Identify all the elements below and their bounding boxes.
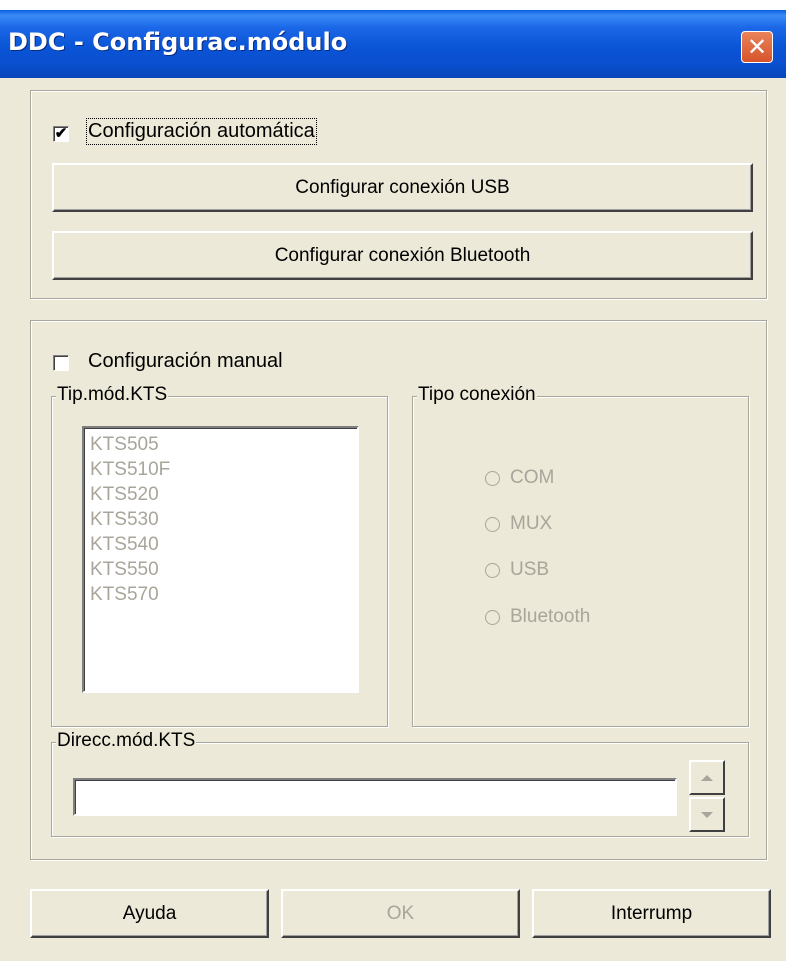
address-fieldset: Direcc.mód.KTS xyxy=(51,730,749,837)
module-type-fieldset: Tip.mód.KTS KTS505 KTS510F KTS520 KTS530… xyxy=(51,384,388,727)
spin-down-button[interactable] xyxy=(689,797,725,832)
list-item[interactable]: KTS530 xyxy=(84,507,357,532)
cancel-button[interactable]: Interrump xyxy=(532,889,771,938)
manual-config-label[interactable]: Configuración manual xyxy=(88,350,283,373)
radio-icon xyxy=(485,609,500,625)
window-title: DDC - Configurac.módulo xyxy=(8,28,348,56)
radio-usb[interactable]: USB xyxy=(485,559,549,581)
connection-type-legend: Tipo conexión xyxy=(417,384,537,406)
list-item[interactable]: KTS505 xyxy=(84,432,357,457)
spin-up-button[interactable] xyxy=(689,760,725,795)
address-legend: Direcc.mód.KTS xyxy=(56,730,197,752)
list-item[interactable]: KTS570 xyxy=(84,582,357,607)
configure-bluetooth-button[interactable]: Configurar conexión Bluetooth xyxy=(52,231,753,280)
configure-usb-button[interactable]: Configurar conexión USB xyxy=(52,163,753,212)
radio-icon xyxy=(485,562,500,578)
radio-bluetooth[interactable]: Bluetooth xyxy=(485,606,590,628)
radio-com-label: COM xyxy=(510,467,555,488)
radio-com[interactable]: COM xyxy=(485,467,554,489)
auto-config-label[interactable]: Configuración automática xyxy=(86,118,317,145)
radio-icon xyxy=(485,516,500,532)
list-item[interactable]: KTS520 xyxy=(84,482,357,507)
manual-config-checkbox[interactable] xyxy=(53,355,69,371)
list-item[interactable]: KTS540 xyxy=(84,532,357,557)
arrow-down-icon xyxy=(701,811,713,818)
module-type-listbox[interactable]: KTS505 KTS510F KTS520 KTS530 KTS540 KTS5… xyxy=(82,426,359,693)
address-input[interactable] xyxy=(73,778,677,816)
radio-mux[interactable]: MUX xyxy=(485,513,552,535)
arrow-up-icon xyxy=(701,774,713,781)
radio-usb-label: USB xyxy=(510,559,550,580)
radio-mux-label: MUX xyxy=(510,513,553,534)
radio-icon xyxy=(485,470,500,486)
list-item[interactable]: KTS550 xyxy=(84,557,357,582)
help-button[interactable]: Ayuda xyxy=(30,889,269,938)
connection-type-fieldset: Tipo conexión COM MUX USB Bluetooth xyxy=(412,384,749,727)
module-type-legend: Tip.mód.KTS xyxy=(56,384,169,406)
ok-button[interactable]: OK xyxy=(281,889,520,938)
title-bar[interactable]: DDC - Configurac.módulo ✕ xyxy=(0,10,786,78)
auto-config-group: ✔ Configuración automática Configurar co… xyxy=(30,90,767,299)
radio-bluetooth-label: Bluetooth xyxy=(510,606,591,627)
manual-config-group: Configuración manual Tip.mód.KTS KTS505 … xyxy=(30,320,767,860)
auto-config-checkbox[interactable]: ✔ xyxy=(53,126,69,142)
list-item[interactable]: KTS510F xyxy=(84,457,357,482)
dialog-window: DDC - Configurac.módulo ✕ ✔ Configuració… xyxy=(0,10,786,961)
close-icon[interactable]: ✕ xyxy=(741,31,773,63)
